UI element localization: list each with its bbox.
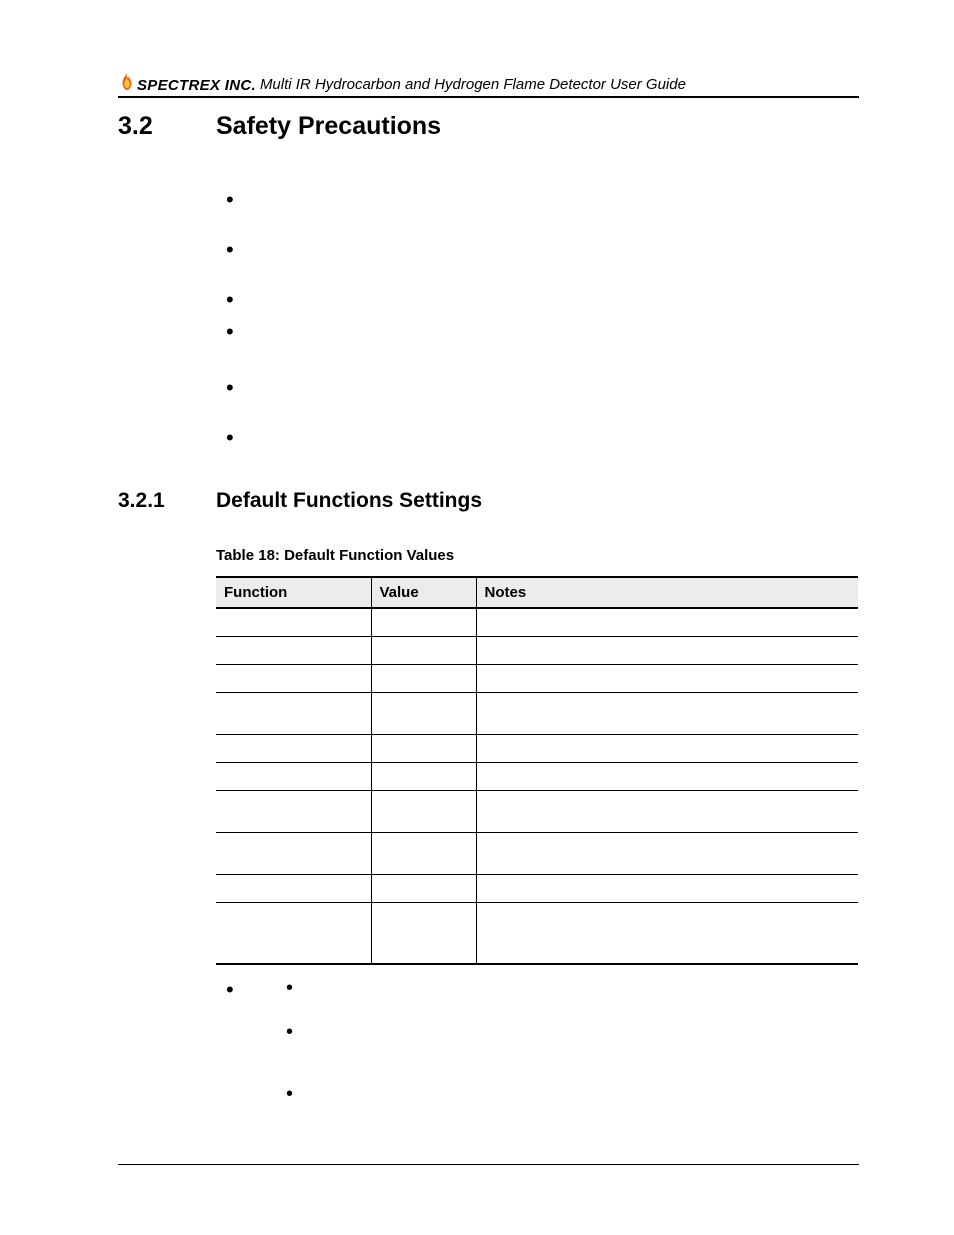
section-title: Safety Precautions	[216, 112, 441, 141]
cell-notes	[476, 664, 858, 692]
cell-notes	[476, 692, 858, 734]
doc-title: Multi IR Hydrocarbon and Hydrogen Flame …	[260, 76, 686, 93]
table-row	[216, 636, 858, 664]
section-number: 3.2	[118, 112, 216, 141]
cell-function	[216, 692, 371, 734]
cell-value	[371, 874, 476, 902]
subsection-number: 3.2.1	[118, 489, 216, 513]
table-row	[216, 664, 858, 692]
cell-function	[216, 902, 371, 964]
cell-value	[371, 762, 476, 790]
cell-value	[371, 636, 476, 664]
cell-notes	[476, 762, 858, 790]
brand-text: SPECTREX INC.	[137, 77, 256, 94]
cell-function	[216, 874, 371, 902]
footer-rule	[118, 1164, 859, 1165]
brand-main: SPECTREX	[137, 77, 220, 94]
cell-value	[371, 790, 476, 832]
cell-notes	[476, 636, 858, 664]
list-item	[286, 1085, 859, 1103]
cell-notes	[476, 832, 858, 874]
cell-function	[216, 664, 371, 692]
cell-value	[371, 734, 476, 762]
footer-sub-list	[286, 979, 859, 1103]
brand-suffix: INC.	[220, 77, 256, 94]
brand-logo	[118, 72, 136, 94]
table-row	[216, 874, 858, 902]
cell-notes	[476, 734, 858, 762]
flame-icon	[118, 72, 136, 92]
table-row	[216, 832, 858, 874]
list-item	[226, 189, 859, 209]
cell-value	[371, 692, 476, 734]
safety-bullet-list	[226, 189, 859, 447]
table-row	[216, 608, 858, 636]
list-item	[226, 289, 859, 309]
table-row	[216, 734, 858, 762]
table-row	[216, 692, 858, 734]
cell-function	[216, 832, 371, 874]
subsection-title: Default Functions Settings	[216, 489, 482, 513]
table-row	[216, 762, 858, 790]
footer-bullet-list	[226, 979, 859, 1103]
cell-value	[371, 902, 476, 964]
table-header-row: Function Value Notes	[216, 577, 858, 608]
cell-notes	[476, 874, 858, 902]
table-row	[216, 902, 858, 964]
list-item	[286, 979, 859, 997]
default-functions-table: Function Value Notes	[216, 576, 858, 965]
list-item	[286, 1023, 859, 1041]
cell-notes	[476, 902, 858, 964]
cell-function	[216, 762, 371, 790]
list-item	[226, 979, 859, 1103]
cell-function	[216, 608, 371, 636]
cell-notes	[476, 790, 858, 832]
list-item	[226, 427, 859, 447]
cell-function	[216, 734, 371, 762]
cell-value	[371, 664, 476, 692]
list-item	[226, 377, 859, 397]
page-header: SPECTREX INC. Multi IR Hydrocarbon and H…	[118, 72, 859, 98]
cell-value	[371, 608, 476, 636]
subsection-heading: 3.2.1 Default Functions Settings	[118, 489, 859, 513]
cell-value	[371, 832, 476, 874]
col-header-function: Function	[216, 577, 371, 608]
cell-function	[216, 636, 371, 664]
table-caption: Table 18: Default Function Values	[216, 547, 859, 564]
table-row	[216, 790, 858, 832]
col-header-notes: Notes	[476, 577, 858, 608]
list-item	[226, 239, 859, 259]
section-heading: 3.2 Safety Precautions	[118, 112, 859, 141]
col-header-value: Value	[371, 577, 476, 608]
list-item	[226, 321, 859, 341]
cell-function	[216, 790, 371, 832]
cell-notes	[476, 608, 858, 636]
